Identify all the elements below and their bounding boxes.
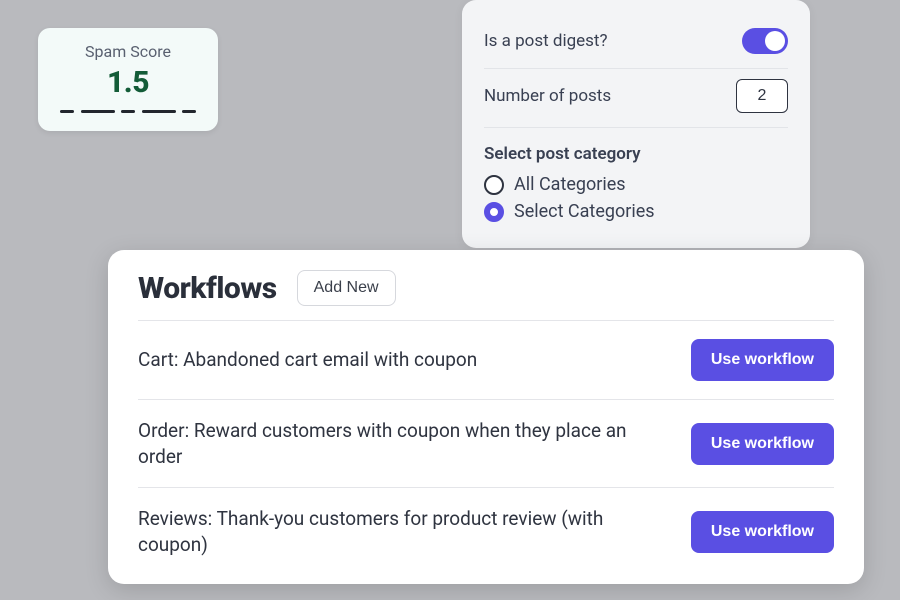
post-settings-panel: Is a post digest? Number of posts Select… xyxy=(462,0,810,248)
workflow-row: Reviews: Thank-you customers for product… xyxy=(138,487,834,575)
use-workflow-button[interactable]: Use workflow xyxy=(691,511,834,553)
spam-score-meter xyxy=(56,110,200,113)
digest-label: Is a post digest? xyxy=(484,31,608,51)
workflow-name: Cart: Abandoned cart email with coupon xyxy=(138,347,477,373)
radio-select-label: Select Categories xyxy=(514,201,655,222)
workflow-name: Reviews: Thank-you customers for product… xyxy=(138,506,638,557)
num-posts-label: Number of posts xyxy=(484,86,611,106)
workflow-name: Order: Reward customers with coupon when… xyxy=(138,418,638,469)
use-workflow-button[interactable]: Use workflow xyxy=(691,339,834,381)
spam-score-card: Spam Score 1.5 xyxy=(38,28,218,131)
radio-all-label: All Categories xyxy=(514,174,626,195)
use-workflow-button[interactable]: Use workflow xyxy=(691,423,834,465)
spam-score-title: Spam Score xyxy=(56,42,200,61)
num-posts-setting-row: Number of posts xyxy=(484,69,788,128)
digest-setting-row: Is a post digest? xyxy=(484,18,788,69)
workflows-card: Workflows Add New Cart: Abandoned cart e… xyxy=(108,250,864,584)
digest-toggle[interactable] xyxy=(742,28,788,54)
workflows-title: Workflows xyxy=(138,271,277,306)
workflow-row: Cart: Abandoned cart email with coupon U… xyxy=(138,320,834,399)
workflow-row: Order: Reward customers with coupon when… xyxy=(138,399,834,487)
category-heading: Select post category xyxy=(484,144,788,164)
radio-all-categories[interactable]: All Categories xyxy=(484,174,788,195)
radio-checked-icon xyxy=(484,202,504,222)
spam-score-value: 1.5 xyxy=(56,65,200,100)
toggle-knob-icon xyxy=(765,31,785,51)
num-posts-input[interactable] xyxy=(736,79,788,113)
radio-select-categories[interactable]: Select Categories xyxy=(484,201,788,222)
radio-unchecked-icon xyxy=(484,175,504,195)
add-new-button[interactable]: Add New xyxy=(297,270,396,306)
workflows-header: Workflows Add New xyxy=(138,270,834,306)
